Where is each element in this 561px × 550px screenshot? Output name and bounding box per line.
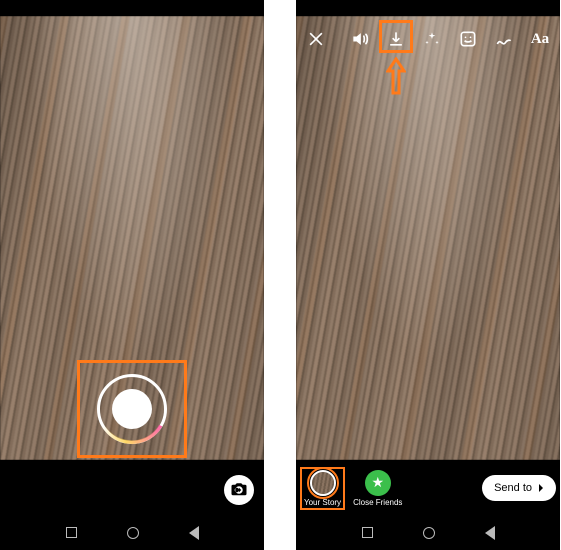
close-friends-label: Close Friends [353,498,402,507]
status-bar [0,0,264,16]
story-preview-image [296,16,560,460]
send-to-button[interactable]: Send to [482,475,556,501]
annotation-highlight-box [379,20,413,53]
send-to-label: Send to [494,482,532,494]
close-icon [306,29,326,49]
draw-button[interactable] [490,25,518,53]
switch-camera-button[interactable] [224,475,254,505]
nav-home-icon[interactable] [423,527,435,539]
camera-viewfinder [0,16,264,460]
phone-camera-capture [0,0,264,550]
nav-recent-icon[interactable] [66,527,77,538]
nav-home-icon[interactable] [127,527,139,539]
story-editor-toolbar: Aa [302,22,554,56]
shutter-core [112,389,152,429]
nav-recent-icon[interactable] [362,527,373,538]
story-preview-area: Aa [296,16,560,460]
close-friends-icon: ★ [365,470,391,496]
your-story-button[interactable]: Your Story [304,470,341,507]
chevron-right-icon [536,483,546,493]
sparkle-icon [422,29,442,49]
sticker-button[interactable] [454,25,482,53]
phone-story-editor: Aa Your Story ★ Close Friends [296,0,560,550]
sticker-icon [458,29,478,49]
annotation-highlight-box-small: Your Story [300,467,345,510]
status-bar [296,0,560,16]
android-nav-bar [296,515,560,550]
nav-back-icon[interactable] [485,526,495,540]
close-friends-button[interactable]: ★ Close Friends [353,470,402,507]
text-button[interactable]: Aa [526,25,554,53]
your-story-label: Your Story [304,498,341,507]
nav-back-icon[interactable] [189,526,199,540]
your-story-avatar [310,470,336,496]
draw-icon [494,29,514,49]
sound-toggle-button[interactable] [346,25,374,53]
speaker-icon [350,29,370,49]
close-button[interactable] [302,25,330,53]
annotation-arrow [386,57,406,97]
effects-button[interactable] [418,25,446,53]
shutter-button[interactable] [97,374,167,444]
android-nav-bar [0,515,264,550]
story-share-bar: Your Story ★ Close Friends Send to [296,460,560,515]
switch-camera-icon [230,481,248,499]
camera-bottom-bar [0,460,264,515]
annotation-highlight-box [77,360,187,458]
